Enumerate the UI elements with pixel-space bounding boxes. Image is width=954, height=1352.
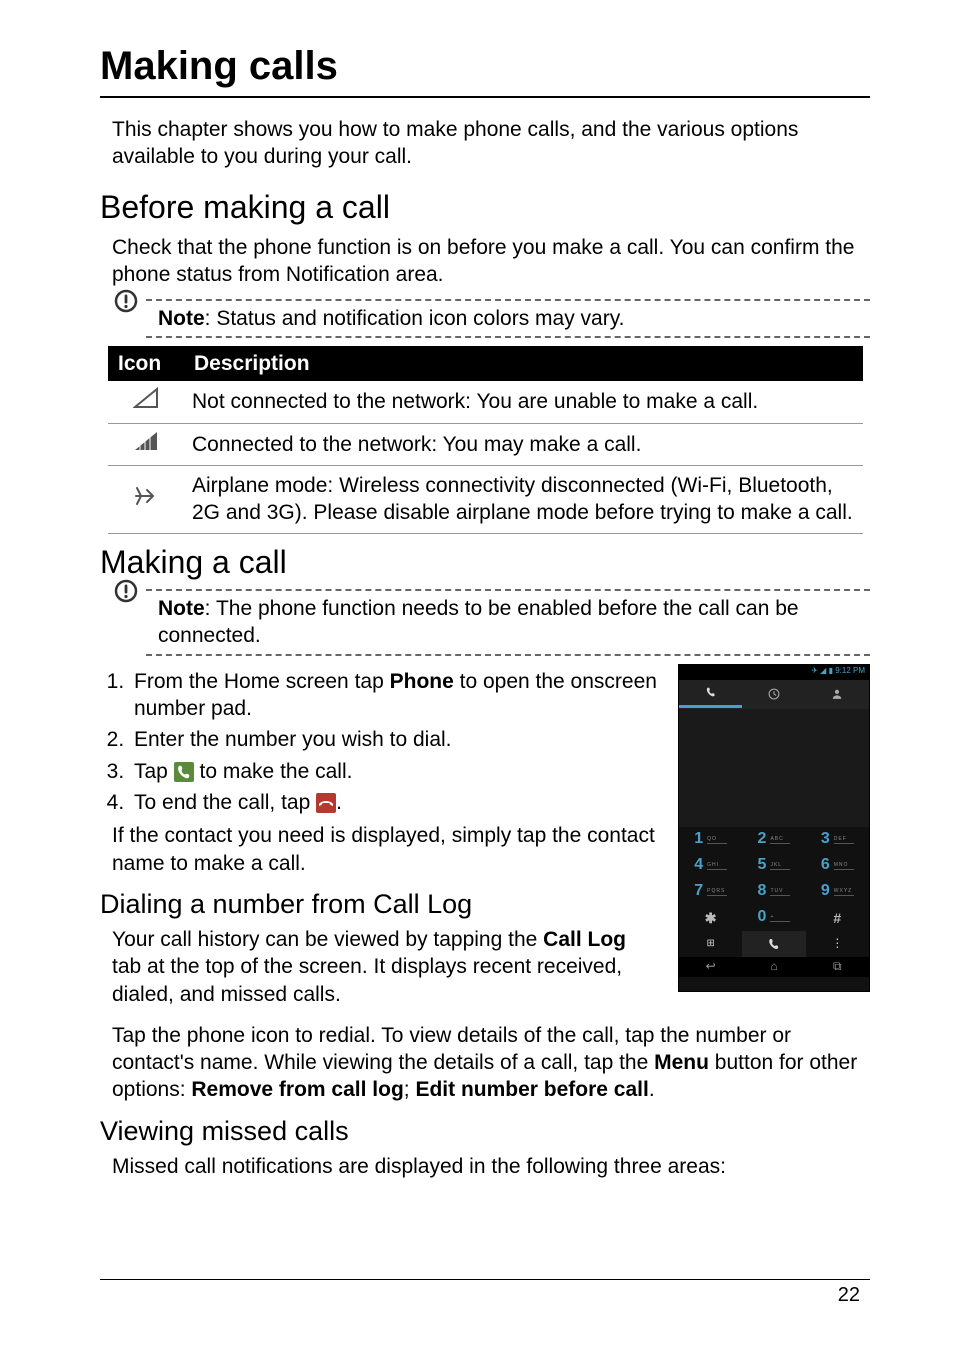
call-icon (174, 762, 194, 782)
dialpad-grid-icon[interactable]: ⊞ (679, 931, 742, 957)
list-item: From the Home screen tap Phone to open t… (130, 668, 658, 723)
table-row: Not connected to the network: You are un… (108, 381, 863, 423)
key-hash[interactable]: # (806, 905, 869, 931)
table-row: Connected to the network: You may make a… (108, 423, 863, 465)
nav-back-icon[interactable]: ↩ (679, 957, 742, 977)
section-before-text: Check that the phone function is on befo… (112, 234, 870, 289)
table-row: Airplane mode: Wireless connectivity dis… (108, 465, 863, 533)
end-call-icon (316, 793, 336, 813)
footer-rule (100, 1279, 870, 1280)
table-cell: Airplane mode: Wireless connectivity dis… (184, 465, 863, 533)
page-number: 22 (838, 1282, 860, 1308)
calllog-p1: Your call history can be viewed by tappi… (112, 926, 658, 1008)
nav-recent-icon[interactable]: ⧉ (806, 957, 869, 977)
key-5[interactable]: 5JKL (742, 853, 805, 879)
note-label: Note (158, 307, 205, 330)
subsection-missed-heading: Viewing missed calls (100, 1114, 870, 1149)
table-header-desc: Description (184, 346, 863, 381)
call-button[interactable] (742, 931, 805, 957)
table-cell: Not connected to the network: You are un… (184, 381, 863, 423)
signal-icon: ◢ (820, 666, 826, 675)
note-body: : Status and notification icon colors ma… (205, 307, 625, 330)
table-cell: Connected to the network: You may make a… (184, 423, 863, 465)
key-4[interactable]: 4GHI (679, 853, 742, 879)
overflow-icon[interactable]: ⋮ (806, 931, 869, 957)
alert-icon (114, 289, 138, 320)
phone-screenshot: ✈ ◢ ▮ 9:12 PM 1QO 2ABC 3DEF 4GHI 5JKL 6M… (678, 664, 870, 992)
key-9[interactable]: 9WXYZ (806, 879, 869, 905)
signal-full-icon (108, 423, 184, 465)
phone-keypad: 1QO 2ABC 3DEF 4GHI 5JKL 6MNO 7PQRS 8TUV … (679, 827, 869, 931)
note-body: : The phone function needs to be enabled… (158, 597, 799, 647)
note-label: Note (158, 597, 205, 620)
table-header-icon: Icon (108, 346, 184, 381)
airplane-icon (108, 465, 184, 533)
list-item: To end the call, tap . (130, 789, 658, 816)
tab-contacts[interactable] (806, 680, 869, 708)
section-before-heading: Before making a call (100, 187, 870, 229)
key-7[interactable]: 7PQRS (679, 879, 742, 905)
battery-icon: ▮ (829, 666, 833, 675)
key-1[interactable]: 1QO (679, 827, 742, 853)
intro-text: This chapter shows you how to make phone… (112, 116, 870, 171)
page-title: Making calls (100, 40, 870, 98)
key-star[interactable]: ✱ (679, 905, 742, 931)
phone-status-bar: ✈ ◢ ▮ 9:12 PM (679, 665, 869, 680)
list-item: Enter the number you wish to dial. (130, 726, 658, 753)
key-0[interactable]: 0+ (742, 905, 805, 931)
tab-recent[interactable] (742, 680, 805, 708)
tab-dialer[interactable] (679, 680, 742, 708)
subsection-calllog-heading: Dialing a number from Call Log (100, 887, 658, 922)
status-time: 9:12 PM (835, 666, 865, 675)
key-3[interactable]: 3DEF (806, 827, 869, 853)
signal-empty-icon (108, 381, 184, 423)
note-before: Note: Status and notification icon color… (110, 299, 870, 338)
key-8[interactable]: 8TUV (742, 879, 805, 905)
calllog-p2: Tap the phone icon to redial. To view de… (112, 1022, 870, 1104)
list-item: Tap to make the call. (130, 758, 658, 785)
alert-icon (114, 579, 138, 610)
after-steps-text: If the contact you need is displayed, si… (112, 822, 658, 877)
nav-home-icon[interactable]: ⌂ (742, 957, 805, 977)
airplane-mode-icon: ✈ (811, 666, 820, 675)
missed-text: Missed call notifications are displayed … (112, 1153, 870, 1180)
key-2[interactable]: 2ABC (742, 827, 805, 853)
steps-list: From the Home screen tap Phone to open t… (130, 668, 658, 816)
icon-description-table: Icon Description Not connected to the ne… (108, 346, 863, 533)
section-making-heading: Making a call (100, 542, 870, 584)
note-making: Note: The phone function needs to be ena… (110, 589, 870, 656)
key-6[interactable]: 6MNO (806, 853, 869, 879)
